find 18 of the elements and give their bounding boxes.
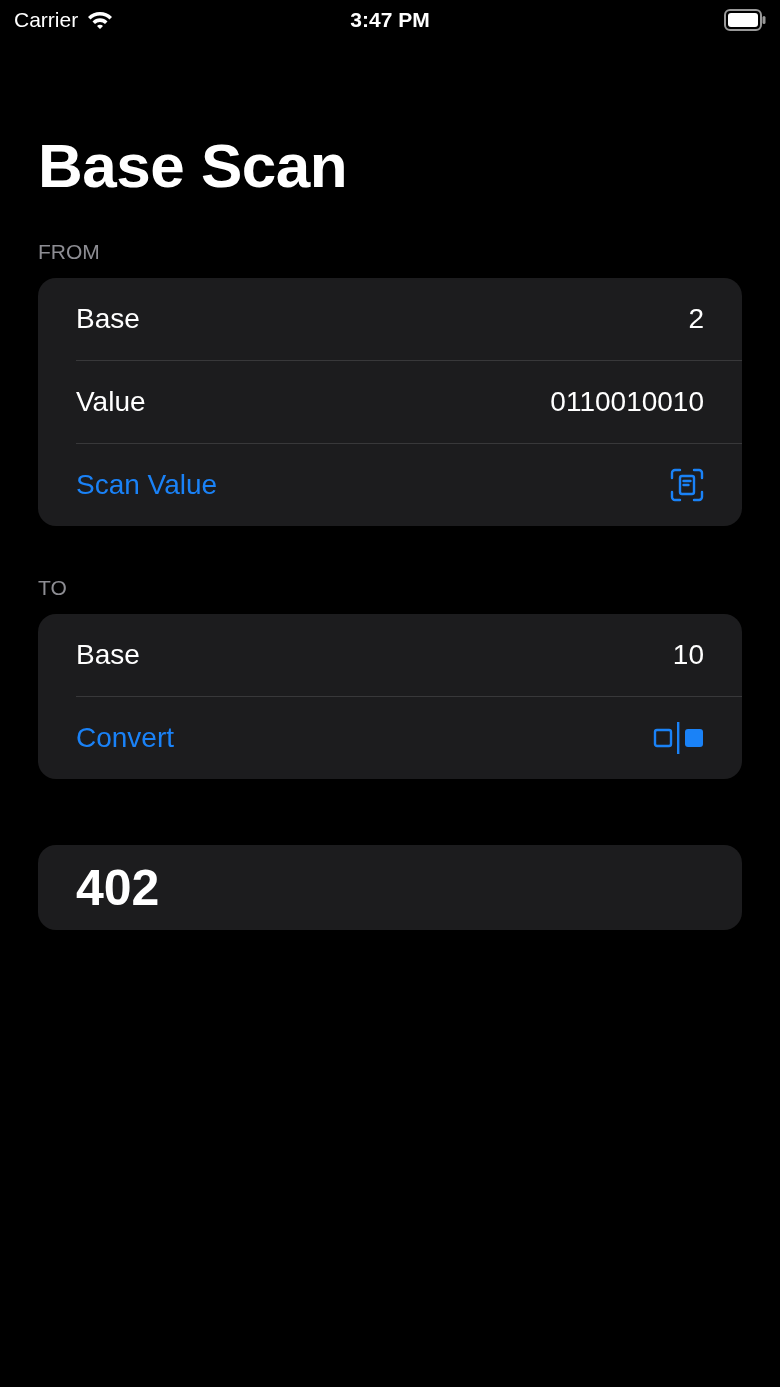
row-label: Base xyxy=(76,303,140,335)
row-label: Value xyxy=(76,386,146,418)
row-label: Base xyxy=(76,639,140,671)
row-value[interactable]: 2 xyxy=(688,303,704,335)
carrier-name: Carrier xyxy=(14,8,79,32)
section-header: FROM xyxy=(38,240,101,264)
row-value[interactable]: 10 xyxy=(672,639,704,671)
section-header: TO xyxy=(38,576,68,600)
result-value: 402 xyxy=(38,845,742,930)
clock-time: 3:47 PM xyxy=(350,8,430,31)
page-title: Base Scan xyxy=(38,130,349,202)
split-squares-icon xyxy=(652,721,704,755)
wifi-icon xyxy=(86,10,115,30)
battery-icon xyxy=(724,9,766,31)
row-value[interactable]: 0110010010 xyxy=(550,386,704,418)
action-link[interactable]: Scan Value xyxy=(76,469,218,501)
action-link[interactable]: Convert xyxy=(76,722,175,754)
scan-document-icon xyxy=(670,468,704,502)
